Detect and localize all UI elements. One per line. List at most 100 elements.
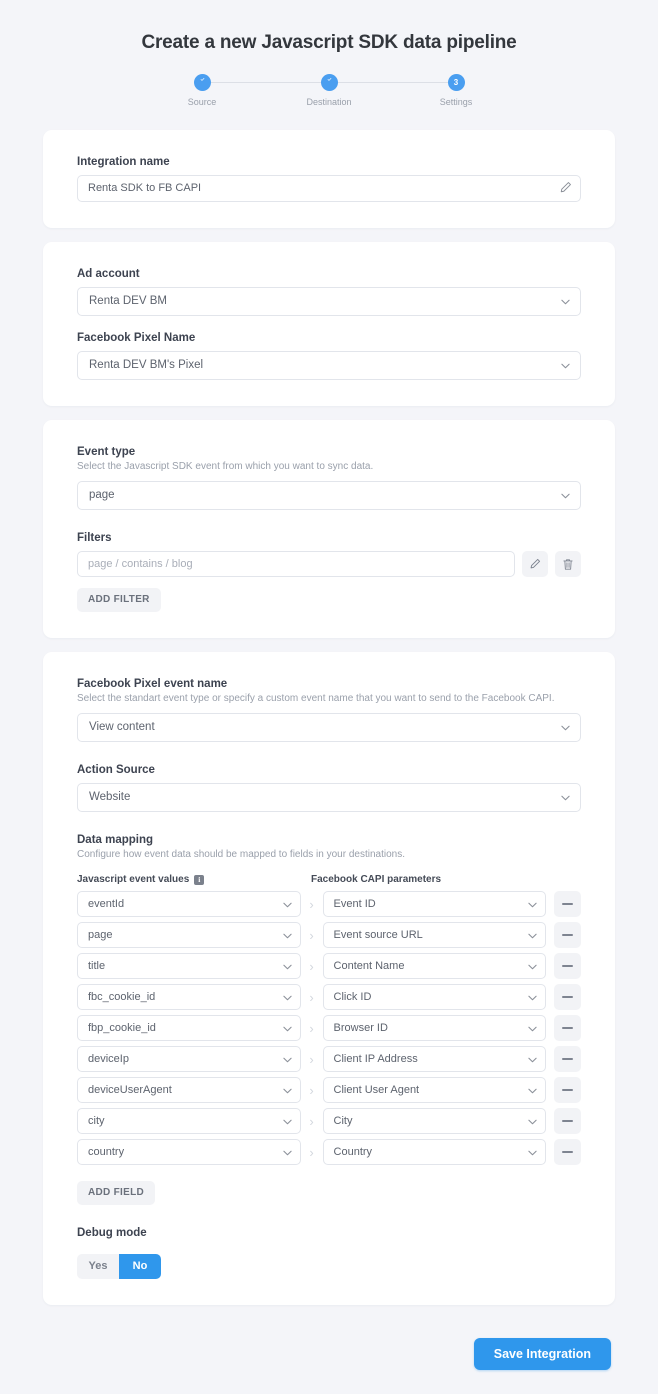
mapping-target-value: Event ID (333, 898, 376, 910)
step-source[interactable]: Source (167, 71, 237, 107)
minus-icon (562, 996, 574, 998)
mapping-source-value: deviceUserAgent (88, 1084, 172, 1096)
minus-icon (562, 965, 574, 967)
add-filter-button[interactable]: ADD FILTER (77, 588, 161, 612)
step-settings[interactable]: 3 Settings (421, 71, 491, 107)
mapping-target-value: City (333, 1115, 353, 1127)
event-type-hint: Select the Javascript SDK event from whi… (77, 461, 374, 472)
mapping-arrow-icon: › (309, 1020, 314, 1036)
remove-mapping-row-button[interactable] (554, 1108, 582, 1134)
mapping-target-value: Event source URL (333, 929, 423, 941)
mapping-target-value: Click ID (333, 991, 372, 1003)
mapping-target-select[interactable]: Click ID (322, 984, 547, 1010)
chevron-down-icon (561, 725, 570, 731)
chevron-down-icon (282, 1119, 292, 1125)
mapping-source-select[interactable]: fbp_cookie_id (77, 1015, 301, 1041)
mapping-target-select[interactable]: Client IP Address (322, 1046, 547, 1072)
mapping-target-select[interactable]: Event ID (322, 891, 547, 917)
ad-account-select[interactable]: Renta DEV BM (77, 287, 581, 316)
edit-filter-button[interactable] (522, 551, 548, 577)
mapping-target-select[interactable]: Client User Agent (322, 1077, 547, 1103)
mapping-source-select[interactable]: fbc_cookie_id (77, 984, 301, 1010)
remove-mapping-row-button[interactable] (554, 984, 582, 1010)
chevron-down-icon (561, 363, 570, 369)
mapping-row: deviceUserAgent › Client User Agent (77, 1077, 582, 1103)
minus-icon (562, 934, 574, 936)
mapping-target-select[interactable]: Country (322, 1139, 547, 1165)
chevron-down-icon (282, 902, 292, 908)
integration-name-input[interactable]: Renta SDK to FB CAPI (77, 175, 581, 202)
mapping-target-value: Country (333, 1146, 373, 1158)
mapping-source-select[interactable]: deviceIp (77, 1046, 301, 1072)
progress-stepper: Source Destination 3 Settings (184, 71, 474, 113)
debug-mode-yes-option[interactable]: Yes (77, 1254, 119, 1279)
chevron-down-icon (561, 493, 570, 499)
remove-mapping-row-button[interactable] (554, 1046, 582, 1072)
chevron-down-icon (282, 1057, 292, 1063)
chevron-down-icon (282, 1026, 292, 1032)
add-field-button[interactable]: ADD FIELD (77, 1181, 156, 1205)
minus-icon (562, 1089, 574, 1091)
pixel-event-name-label: Facebook Pixel event name (77, 678, 228, 690)
page-root: Create a new Javascript SDK data pipelin… (0, 0, 658, 1394)
mapping-source-value: country (88, 1146, 125, 1158)
pencil-icon[interactable] (559, 181, 572, 194)
mapping-target-select[interactable]: Content Name (322, 953, 547, 979)
mapping-row: country › Country (77, 1139, 582, 1165)
integration-name-field[interactable]: Renta SDK to FB CAPI (77, 175, 581, 202)
pixel-name-select[interactable]: Renta DEV BM's Pixel (77, 351, 581, 380)
mapping-source-select[interactable]: country (77, 1139, 301, 1165)
chevron-down-icon (282, 1150, 292, 1156)
ad-account-label: Ad account (77, 268, 140, 280)
remove-mapping-row-button[interactable] (554, 1015, 582, 1041)
event-type-select[interactable]: page (77, 481, 581, 510)
step-settings-number: 3 (447, 74, 465, 91)
mapping-row: page › Event source URL (77, 922, 582, 948)
mapping-source-value: eventId (88, 898, 125, 910)
delete-filter-button[interactable] (555, 551, 581, 577)
step-source-check-icon (193, 74, 211, 91)
remove-mapping-row-button[interactable] (554, 1077, 582, 1103)
mapping-row: title › Content Name (77, 953, 582, 979)
mapping-target-select[interactable]: Browser ID (322, 1015, 547, 1041)
save-integration-button[interactable]: Save Integration (473, 1338, 611, 1370)
chevron-down-icon (282, 964, 292, 970)
mapping-source-value: fbp_cookie_id (88, 1022, 156, 1034)
mapping-source-select[interactable]: title (77, 953, 301, 979)
mapping-target-select[interactable]: Event source URL (322, 922, 547, 948)
step-destination[interactable]: Destination (294, 71, 364, 107)
mapping-source-select[interactable]: eventId (77, 891, 301, 917)
mapping-source-select[interactable]: deviceUserAgent (77, 1077, 301, 1103)
mapping-arrow-icon: › (309, 1113, 314, 1129)
remove-mapping-row-button[interactable] (554, 891, 582, 917)
debug-mode-no-option[interactable]: No (119, 1254, 161, 1279)
pixel-event-name-select[interactable]: View content (77, 713, 581, 742)
chevron-down-icon (282, 1088, 292, 1094)
step-destination-label: Destination (306, 97, 352, 107)
filters-label: Filters (77, 532, 112, 544)
mapping-source-select[interactable]: page (77, 922, 301, 948)
event-type-card: Event type Select the Javascript SDK eve… (43, 420, 615, 638)
pixel-event-name-hint: Select the standart event type or specif… (77, 693, 555, 704)
action-source-select[interactable]: Website (77, 783, 581, 812)
remove-mapping-row-button[interactable] (554, 1139, 582, 1165)
mapping-source-value: city (88, 1115, 105, 1127)
data-mapping-title: Data mapping (77, 834, 154, 846)
chevron-down-icon (528, 964, 537, 970)
info-icon[interactable]: i (194, 874, 205, 885)
filter-input[interactable]: page / contains / blog (77, 551, 515, 577)
mapping-target-select[interactable]: City (322, 1108, 547, 1134)
debug-mode-toggle[interactable]: Yes No (77, 1254, 161, 1279)
pixel-name-value: Renta DEV BM's Pixel (89, 359, 204, 371)
account-card: Ad account Renta DEV BM Facebook Pixel N… (43, 242, 615, 406)
mapping-source-select[interactable]: city (77, 1108, 301, 1134)
step-source-label: Source (187, 97, 217, 107)
mapping-target-value: Client IP Address (333, 1053, 418, 1065)
data-mapping-rows: eventId › Event ID page › Event source URL tit… (77, 891, 582, 1165)
remove-mapping-row-button[interactable] (554, 922, 582, 948)
remove-mapping-row-button[interactable] (554, 953, 582, 979)
mapping-target-value: Client User Agent (333, 1084, 420, 1096)
